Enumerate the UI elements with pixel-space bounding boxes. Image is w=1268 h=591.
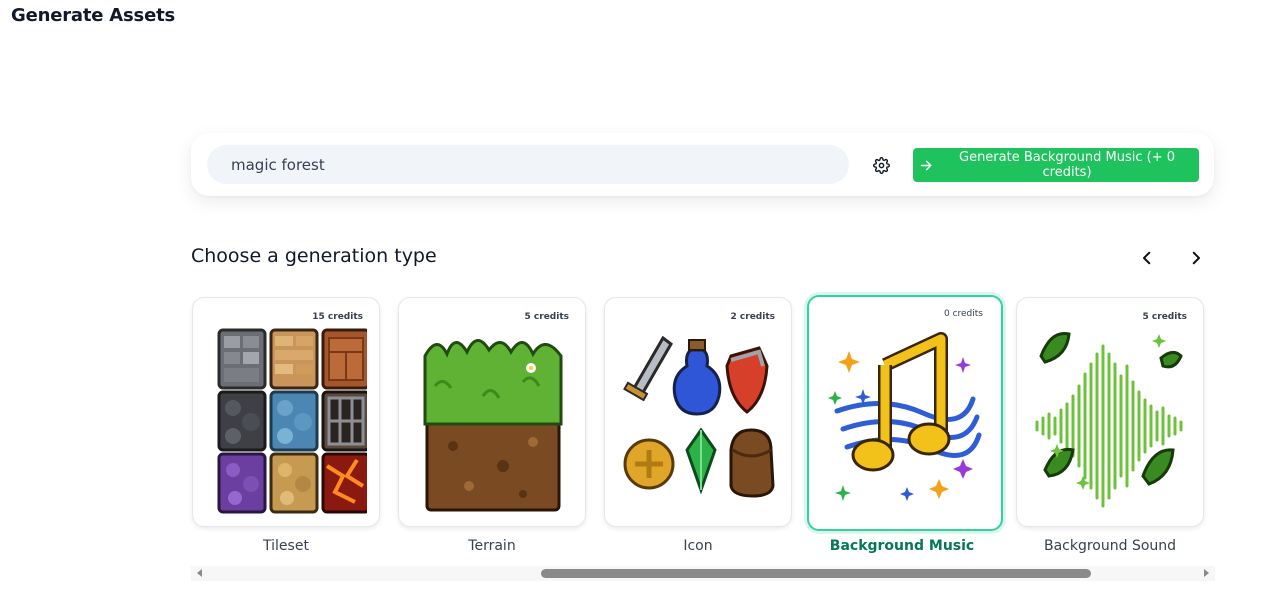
sound-wave-image bbox=[1035, 331, 1183, 508]
generation-type-card-icon[interactable]: 2 credits Icon bbox=[604, 297, 792, 554]
generate-button-label: Generate Background Music (+ 0 credits) bbox=[959, 150, 1176, 180]
icon-set-image bbox=[623, 335, 775, 498]
credits-badge: 5 credits bbox=[1142, 312, 1187, 322]
gear-icon bbox=[872, 156, 890, 174]
prompt-bar: Generate Background Music (+ 0 credits) bbox=[191, 133, 1214, 196]
card-frame: 15 credits bbox=[192, 297, 380, 527]
card-label: Terrain bbox=[468, 538, 516, 554]
card-label: Background Sound bbox=[1043, 538, 1177, 554]
scrollbar-thumb[interactable] bbox=[541, 569, 1091, 578]
generate-button[interactable]: Generate Background Music (+ 0 credits) bbox=[913, 148, 1199, 182]
generation-type-card-background-sound[interactable]: 5 credits Background Sound bbox=[1016, 297, 1204, 554]
page-title: Generate Assets bbox=[11, 5, 175, 26]
card-label: Tileset bbox=[263, 538, 309, 554]
horizontal-scrollbar[interactable] bbox=[191, 566, 1215, 581]
music-note-image bbox=[828, 332, 982, 501]
generation-type-card-tileset[interactable]: 15 credits Tileset bbox=[192, 297, 380, 554]
chevron-right-icon bbox=[1192, 251, 1200, 265]
section-title: Choose a generation type bbox=[191, 245, 437, 267]
scroll-right-arrow-icon[interactable] bbox=[1204, 569, 1209, 577]
credits-badge: 0 credits bbox=[943, 309, 983, 319]
credits-badge: 2 credits bbox=[730, 312, 775, 322]
carousel-next-button[interactable] bbox=[1184, 246, 1208, 270]
prompt-input[interactable] bbox=[207, 145, 849, 184]
chevron-left-icon bbox=[1143, 251, 1151, 265]
credits-badge: 5 credits bbox=[524, 312, 569, 322]
card-frame: 2 credits bbox=[604, 297, 792, 527]
tileset-image bbox=[217, 328, 367, 514]
card-frame: 5 credits bbox=[1016, 297, 1204, 527]
terrain-image bbox=[423, 339, 563, 512]
card-label: Background Music bbox=[829, 538, 975, 554]
settings-button[interactable] bbox=[869, 153, 893, 177]
carousel-prev-button[interactable] bbox=[1135, 246, 1159, 270]
credits-badge: 15 credits bbox=[312, 312, 363, 322]
generation-type-card-terrain[interactable]: 5 credits Terrain bbox=[398, 297, 586, 554]
card-frame: 0 credits bbox=[807, 295, 1003, 531]
arrow-right-icon bbox=[920, 160, 932, 170]
card-label: Icon bbox=[683, 538, 713, 554]
card-frame: 5 credits bbox=[398, 297, 586, 527]
generation-type-card-background-music[interactable]: 0 credits Background Music bbox=[807, 295, 1003, 554]
scroll-left-arrow-icon[interactable] bbox=[197, 569, 202, 577]
